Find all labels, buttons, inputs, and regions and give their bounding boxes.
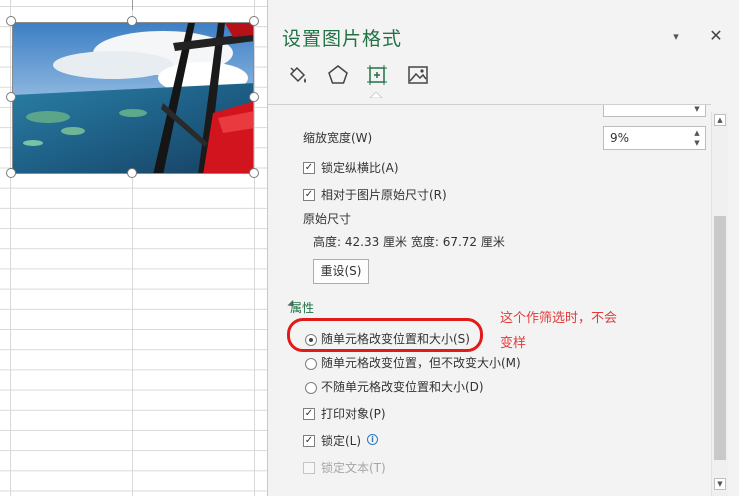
resize-handle-bottom-right[interactable]: [249, 168, 259, 178]
format-picture-pane: 设置图片格式 ▾ ✕ ▼ 缩放宽度(W) ▲ ▼ ✓ 锁定纵横比(A) ✓ 相对…: [268, 0, 739, 496]
resize-handle-top-right[interactable]: [249, 16, 259, 26]
pane-content[interactable]: ▼ 缩放宽度(W) ▲ ▼ ✓ 锁定纵横比(A) ✓ 相对于图片原始尺寸(R) …: [268, 104, 711, 496]
column-divider: [132, 0, 133, 10]
info-icon[interactable]: i: [367, 434, 378, 445]
scale-height-stepper[interactable]: ▼: [603, 105, 706, 117]
lock-aspect-checkbox[interactable]: ✓: [303, 162, 315, 174]
pane-scrollbar[interactable]: ▲ ▼: [711, 112, 728, 496]
chevron-down-icon[interactable]: ▼: [692, 105, 702, 114]
airplane-photo-image: [13, 23, 253, 173]
resize-handle-bottom[interactable]: [127, 168, 137, 178]
active-tab-indicator: [369, 92, 383, 98]
pane-title: 设置图片格式: [282, 28, 403, 50]
lock-text-label: 锁定文本(T): [321, 461, 386, 475]
original-size-label: 原始尺寸: [303, 212, 352, 226]
scale-width-input[interactable]: [604, 127, 686, 149]
resize-handle-top[interactable]: [127, 16, 137, 26]
locked-label[interactable]: 锁定(L): [321, 431, 361, 451]
scale-width-stepper[interactable]: ▲ ▼: [603, 126, 706, 150]
paint-bucket-icon[interactable]: [284, 62, 310, 88]
radio-dont-move-or-size-label[interactable]: 不随单元格改变位置和大小(D): [321, 377, 484, 397]
resize-handle-bottom-left[interactable]: [6, 168, 16, 178]
scroll-down-icon[interactable]: ▼: [714, 478, 726, 490]
radio-move-no-size[interactable]: [305, 358, 317, 370]
print-object-label[interactable]: 打印对象(P): [321, 404, 386, 424]
pane-options-icon[interactable]: ▾: [668, 30, 684, 44]
chevron-down-icon[interactable]: ▼: [692, 138, 702, 148]
relative-original-label[interactable]: 相对于图片原始尺寸(R): [321, 185, 447, 205]
close-icon[interactable]: ✕: [708, 26, 724, 45]
airplane-photo[interactable]: [12, 22, 254, 174]
radio-dont-move-or-size[interactable]: [305, 382, 317, 394]
selected-picture[interactable]: [6, 16, 259, 178]
spreadsheet-grid[interactable]: [0, 0, 268, 496]
pentagon-icon[interactable]: [325, 62, 351, 88]
relative-original-checkbox[interactable]: ✓: [303, 189, 315, 201]
locked-checkbox[interactable]: ✓: [303, 435, 315, 447]
scroll-thumb[interactable]: [714, 216, 726, 460]
annotation-ellipse: [287, 318, 483, 352]
annotation-line-1: 这个作筛选时，不会: [500, 311, 618, 326]
annotation-line-2: 变样: [500, 336, 527, 351]
picture-icon[interactable]: [405, 62, 431, 88]
radio-move-no-size-label[interactable]: 随单元格改变位置，但不改变大小(M): [321, 353, 521, 373]
lock-aspect-label[interactable]: 锁定纵横比(A): [321, 158, 399, 178]
resize-handle-left[interactable]: [6, 92, 16, 102]
lock-text-checkbox: [303, 462, 315, 474]
annotation-note: 这个作筛选时，不会 变样: [500, 306, 650, 356]
resize-handle-top-left[interactable]: [6, 16, 16, 26]
reset-button[interactable]: 重设(S): [313, 259, 369, 284]
print-object-checkbox[interactable]: ✓: [303, 408, 315, 420]
size-properties-icon[interactable]: [364, 62, 390, 88]
scale-width-label: 缩放宽度(W): [303, 131, 373, 145]
resize-handle-right[interactable]: [249, 92, 259, 102]
original-size-values: 高度: 42.33 厘米 宽度: 67.72 厘米: [313, 235, 505, 249]
chevron-up-icon[interactable]: ▲: [692, 128, 702, 138]
scroll-up-icon[interactable]: ▲: [714, 114, 726, 126]
properties-section-title[interactable]: 属性: [290, 299, 314, 316]
